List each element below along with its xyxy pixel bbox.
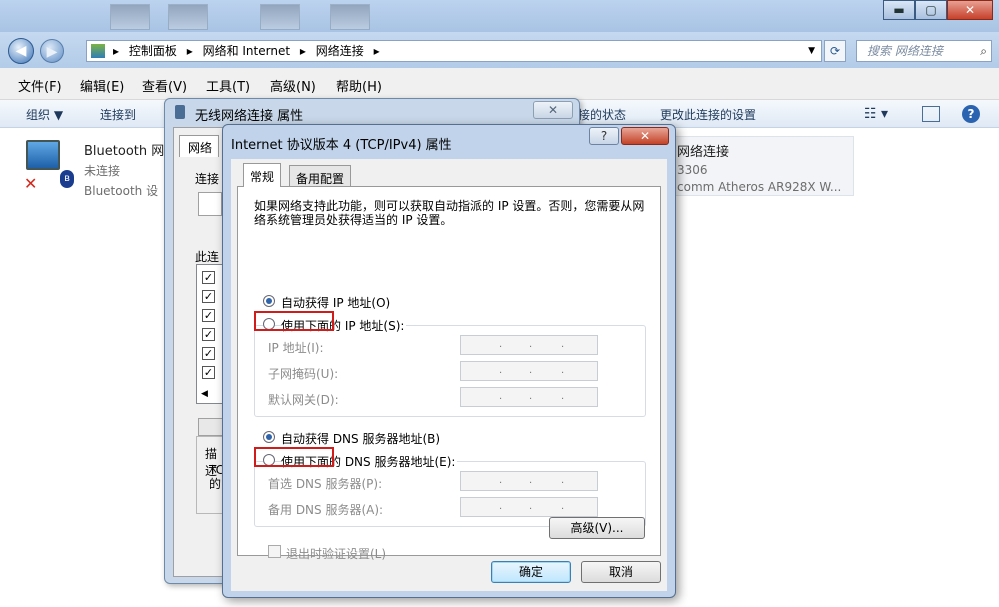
- menu-help[interactable]: 帮助(H): [336, 76, 382, 95]
- refresh-button[interactable]: ⟳: [824, 40, 846, 62]
- menu-edit[interactable]: 编辑(E): [80, 76, 124, 95]
- cancel-button[interactable]: 取消: [581, 561, 661, 583]
- component-checkbox[interactable]: ✓: [202, 309, 215, 322]
- description-group: 描述 TC 的: [196, 436, 224, 514]
- search-placeholder: 搜索 网络连接: [867, 44, 943, 58]
- component-checkbox[interactable]: ✓: [202, 290, 215, 303]
- close-button[interactable]: ✕: [621, 127, 669, 145]
- ipv4-properties-dialog: Internet 协议版本 4 (TCP/IPv4) 属性 ? ✕ 常规 备用配…: [222, 124, 676, 598]
- window-titlebar: ▬ ▢ ✕: [0, 0, 999, 32]
- auto-ip-label: 自动获得 IP 地址(O): [281, 296, 391, 310]
- highlight-box: [254, 311, 334, 331]
- tab-alternate-config[interactable]: 备用配置: [289, 165, 352, 187]
- menu-tools[interactable]: 工具(T): [206, 76, 250, 95]
- chevron-down-icon[interactable]: ▼: [808, 41, 815, 61]
- tab-network[interactable]: 网络: [179, 135, 219, 157]
- validate-label: 退出时验证设置(L): [286, 547, 387, 561]
- validate-checkbox[interactable]: [268, 545, 281, 558]
- connection-status: 未连接: [84, 164, 121, 178]
- ok-button[interactable]: 确定: [491, 561, 571, 583]
- auto-dns-radio[interactable]: [263, 431, 275, 443]
- component-checkbox[interactable]: ✓: [202, 328, 215, 341]
- back-button[interactable]: ◀: [8, 38, 34, 64]
- tab-general[interactable]: 常规: [243, 163, 282, 187]
- general-panel: 如果网络支持此功能，则可以获取自动指派的 IP 设置。否则，您需要从网络系统管理…: [237, 186, 661, 561]
- breadcrumb-item[interactable]: 网络和 Internet: [203, 44, 290, 58]
- preferred-dns-field[interactable]: ...: [460, 471, 598, 491]
- component-checkbox[interactable]: ✓: [202, 366, 215, 379]
- connection-device: Bluetooth 设: [84, 184, 159, 198]
- menu-file[interactable]: 文件(F): [18, 76, 62, 95]
- thumbnail: [330, 4, 370, 30]
- chevron-right-icon: ▸: [299, 44, 306, 58]
- connection-name: 网络连接: [677, 145, 730, 160]
- connection-device: comm Atheros AR928X W...: [677, 180, 842, 194]
- connection-status: 3306: [677, 163, 708, 177]
- thumbnail: [110, 4, 150, 30]
- default-gateway-field[interactable]: ...: [460, 387, 598, 407]
- forward-button[interactable]: ▶: [40, 39, 64, 63]
- taskbar-thumbnails: [110, 0, 370, 32]
- install-button[interactable]: [198, 418, 224, 436]
- component-checkbox[interactable]: ✓: [202, 271, 215, 284]
- help-icon[interactable]: ?: [962, 105, 980, 123]
- control-panel-icon: [91, 44, 105, 58]
- address-row: ◀ ▶ ▸ 控制面板 ▸ 网络和 Internet ▸ 网络连接 ▸ ▼ ⟳ 搜…: [0, 32, 999, 68]
- view-options-icon[interactable]: ☷ ▾: [864, 106, 888, 122]
- disconnected-icon: ✕: [24, 174, 38, 193]
- organize-button[interactable]: 组织 ▼: [26, 106, 63, 123]
- highlight-box: [254, 447, 334, 467]
- close-button[interactable]: ✕: [533, 101, 573, 119]
- network-adapter-icon: [26, 140, 60, 170]
- dialog-title: 无线网络连接 属性: [195, 109, 304, 124]
- breadcrumb-item[interactable]: 网络连接: [316, 44, 364, 58]
- bluetooth-icon: ʙ: [60, 170, 74, 188]
- connection-name: Bluetooth 网: [84, 144, 165, 159]
- connect-to-button[interactable]: 连接到: [100, 106, 136, 123]
- thumbnail: [260, 4, 300, 30]
- subnet-mask-label: 子网掩码(U):: [268, 367, 339, 381]
- default-gateway-label: 默认网关(D):: [268, 393, 339, 407]
- maximize-button[interactable]: ▢: [915, 0, 947, 20]
- alternate-dns-field[interactable]: ...: [460, 497, 598, 517]
- menu-bar: 文件(F) 编辑(E) 查看(V) 工具(T) 高级(N) 帮助(H): [0, 68, 999, 100]
- ip-address-field[interactable]: ...: [460, 335, 598, 355]
- alternate-dns-label: 备用 DNS 服务器(A):: [268, 503, 384, 517]
- scroll-left-icon[interactable]: ◀: [201, 389, 208, 399]
- view-status-button[interactable]: 接的状态: [578, 106, 626, 123]
- minimize-button[interactable]: ▬: [883, 0, 915, 20]
- search-input[interactable]: 搜索 网络连接 ⌕: [856, 40, 992, 62]
- chevron-right-icon: ▸: [186, 44, 193, 58]
- connect-using-label: 连接: [195, 172, 220, 186]
- thumbnail: [168, 4, 208, 30]
- change-settings-button[interactable]: 更改此连接的设置: [660, 106, 756, 123]
- address-bar[interactable]: ▸ 控制面板 ▸ 网络和 Internet ▸ 网络连接 ▸ ▼: [86, 40, 822, 62]
- help-button[interactable]: ?: [589, 127, 619, 145]
- subnet-mask-field[interactable]: ...: [460, 361, 598, 381]
- description-text-2: 的: [209, 477, 222, 491]
- list-item[interactable]: Bluetooth 网 未连接 Bluetooth 设: [84, 140, 164, 199]
- network-icon: [175, 105, 185, 119]
- search-icon: ⌕: [980, 44, 987, 58]
- preview-pane-icon[interactable]: [922, 106, 940, 122]
- menu-advanced[interactable]: 高级(N): [270, 76, 316, 95]
- close-button[interactable]: ✕: [947, 0, 993, 20]
- component-checkbox[interactable]: ✓: [202, 347, 215, 360]
- description-text: 如果网络支持此功能，则可以获取自动指派的 IP 设置。否则，您需要从网络系统管理…: [254, 199, 645, 227]
- menu-view[interactable]: 查看(V): [142, 76, 187, 95]
- preferred-dns-label: 首选 DNS 服务器(P):: [268, 477, 383, 491]
- components-label: 此连: [195, 250, 220, 264]
- ip-address-label: IP 地址(I):: [268, 341, 324, 355]
- auto-ip-radio[interactable]: [263, 295, 275, 307]
- chevron-right-icon: ▸: [373, 44, 380, 58]
- breadcrumb-item[interactable]: 控制面板: [129, 44, 177, 58]
- auto-dns-label: 自动获得 DNS 服务器地址(B): [281, 432, 441, 446]
- dialog-body: 常规 备用配置 如果网络支持此功能，则可以获取自动指派的 IP 设置。否则，您需…: [231, 159, 667, 591]
- adapter-icon: [198, 192, 222, 216]
- chevron-right-icon: ▸: [113, 44, 120, 58]
- dialog-title: Internet 协议版本 4 (TCP/IPv4) 属性: [231, 138, 452, 153]
- advanced-button[interactable]: 高级(V)...: [549, 517, 645, 539]
- components-list: ✓ ✓ ✓ ✓ ✓ ✓ ◀: [196, 264, 224, 404]
